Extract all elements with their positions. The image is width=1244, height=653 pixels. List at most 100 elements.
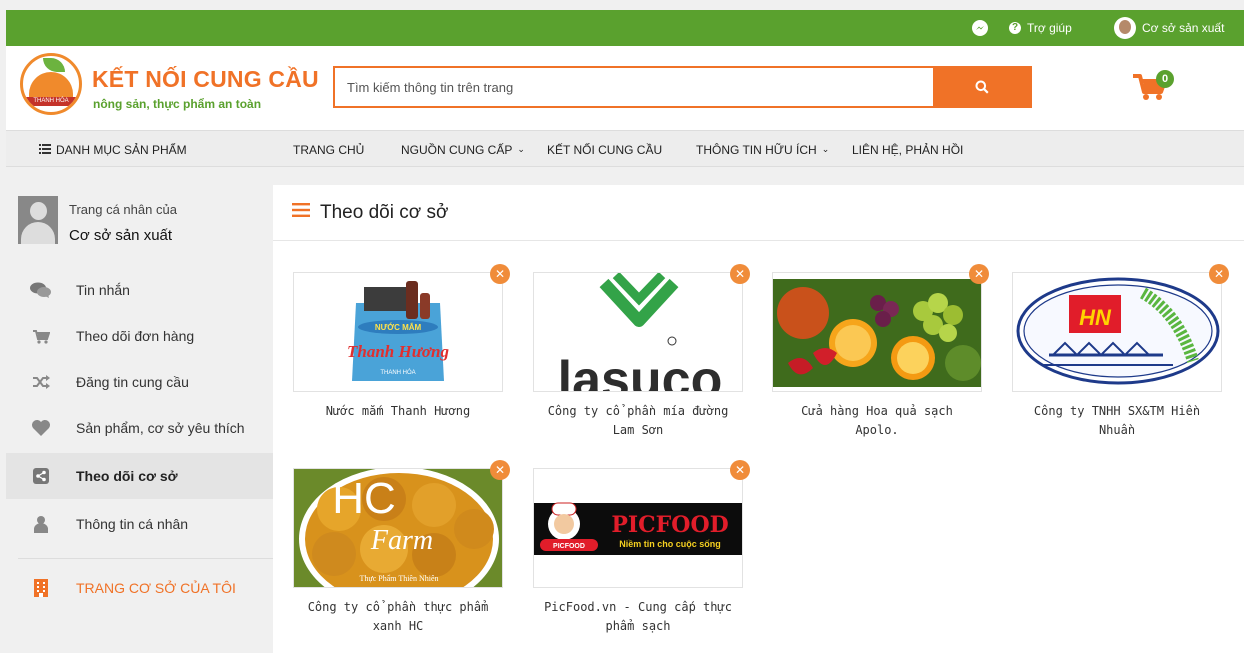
close-icon: ✕ [1213,267,1225,281]
svg-text:HN: HN [1079,305,1112,330]
main-content: Theo dõi cơ sở NƯỚC MẮM Thanh Hương THAN… [273,185,1244,653]
chat-icon [6,282,76,298]
hc-farm-image: HC Farm Thực Phẩm Thiên Nhiên [294,469,502,587]
card-title-6[interactable]: PicFood.vn - Cung cấp thực phẩm sạch [533,598,743,636]
nav-info-label: THÔNG TIN HỮU ÍCH [696,142,817,157]
card-title-line: Nhuần [1098,423,1136,437]
sidebar-item-label: TRANG CƠ SỞ CỦA TÔI [76,580,236,596]
card-title-line: Lam Sơn [612,423,664,437]
nav-useful-info[interactable]: THÔNG TIN HỮU ÍCH ⌄ [696,131,829,168]
sidebar-item-label: Đăng tin cung cầu [76,374,189,390]
sidebar-item-my-page[interactable]: TRANG CƠ SỞ CỦA TÔI [6,565,273,611]
unfollow-button-4[interactable]: ✕ [1209,264,1229,284]
nav-bar: DANH MỤC SẢN PHẨM TRANG CHỦ NGUỒN CUNG C… [6,130,1244,167]
close-icon: ✕ [494,267,506,281]
svg-text:HC: HC [332,474,396,523]
svg-text:Niềm tin cho cuộc sống: Niềm tin cho cuộc sống [619,539,721,549]
sidebar-item-label: Tin nhắn [76,282,130,298]
followed-card-picfood[interactable]: PICFOOD PICFOOD Niềm tin cho cuộc sống [533,468,743,588]
sidebar: Trang cá nhân của Cơ sở sản xuất Tin nhắ… [6,185,273,653]
user-avatar-icon [1114,17,1136,39]
cart-icon [6,329,76,344]
messenger-icon[interactable] [972,10,988,46]
sidebar-item-favorites[interactable]: Sản phẩm, cơ sở yêu thích [6,405,273,451]
avatar [18,196,58,244]
followed-card-thanh-huong[interactable]: NƯỚC MẮM Thanh Hương THANH HÓA [293,272,503,392]
logo-badge-text: THANH HÓA [23,97,79,106]
close-icon: ✕ [973,267,985,281]
followed-card-lasuco[interactable]: lasuco [533,272,743,392]
nav-contact-label: LIÊN HỆ, PHẢN HỒI [852,142,964,157]
card-title-line: Cửa hàng Hoa quả sạch [801,404,953,418]
fruit-image [773,279,981,387]
thanh-huong-logo-image: NƯỚC MẮM Thanh Hương THANH HÓA [347,281,449,381]
sidebar-item-label: Theo dõi cơ sở [76,468,178,484]
lasuco-logo-image: lasuco [558,273,723,392]
card-title-line: xanh HC [372,619,424,633]
shuffle-icon [6,375,76,389]
unfollow-button-2[interactable]: ✕ [730,264,750,284]
sidebar-item-messages[interactable]: Tin nhắn [6,267,273,313]
sidebar-item-follow[interactable]: Theo dõi cơ sở [6,453,273,499]
nav-connect[interactable]: KẾT NỐI CUNG CẦU [547,131,662,168]
svg-text:PICFOOD: PICFOOD [553,543,585,550]
user-icon [6,515,76,533]
unfollow-button-5[interactable]: ✕ [490,460,510,480]
sidebar-item-profile[interactable]: Thông tin cá nhân [6,501,273,547]
card-title-5[interactable]: Công ty cổ phần thực phẩm xanh HC [293,598,503,636]
page-title: Theo dõi cơ sở [320,201,449,223]
card-title-4[interactable]: Công ty TNHH SX&TM Hiền Nhuần [1012,402,1222,440]
chevron-down-icon: ⌄ [821,144,830,154]
followed-card-hc-farm[interactable]: HC Farm Thực Phẩm Thiên Nhiên [293,468,503,588]
nav-supply-label: NGUỒN CUNG CẤP [401,142,513,157]
card-title-line: Công ty TNHH SX&TM Hiền [1033,404,1201,418]
search-bar [333,66,1032,108]
header: THANH HÓA KẾT NỐI CUNG CẦU nông sản, thự… [6,46,1244,130]
profile-name: Cơ sở sản xuất [69,227,173,244]
nav-home[interactable]: TRANG CHỦ [293,131,364,168]
help-label: Trợ giúp [1027,21,1072,35]
svg-text:lasuco: lasuco [558,351,723,392]
section-header: Theo dõi cơ sở [273,185,1244,241]
nav-contact[interactable]: LIÊN HỆ, PHẢN HỒI [852,131,963,168]
sidebar-item-orders[interactable]: Theo dõi đơn hàng [6,313,273,359]
top-bar: ? Trợ giúp Cơ sở sản xuất [6,10,1244,46]
list-icon [39,143,51,157]
logo-title[interactable]: KẾT NỐI CUNG CẦU [92,66,319,93]
followed-card-hien-nhuan[interactable]: HN [1012,272,1222,392]
divider [18,558,273,559]
search-button[interactable] [933,68,1030,106]
sidebar-item-label: Theo dõi đơn hàng [76,328,195,344]
followed-card-apolo[interactable] [772,272,982,392]
unfollow-button-3[interactable]: ✕ [969,264,989,284]
unfollow-button-6[interactable]: ✕ [730,460,750,480]
building-icon [6,579,76,597]
search-input[interactable] [335,68,933,106]
unfollow-button-1[interactable]: ✕ [490,264,510,284]
card-title-line: phẩm sạch [605,619,671,633]
picfood-logo-image: PICFOOD PICFOOD Niềm tin cho cuộc sống [534,502,742,555]
close-icon: ✕ [734,267,746,281]
help-icon: ? [1009,22,1021,34]
hien-nhuan-logo-image: HN [1016,277,1220,385]
share-icon [6,468,76,484]
svg-text:THANH HÓA: THANH HÓA [380,369,415,376]
card-title-2[interactable]: Công ty cổ phần mía đường Lam Sơn [533,402,743,440]
nav-supply-sources[interactable]: NGUỒN CUNG CẤP ⌄ [401,131,525,168]
svg-text:NƯỚC MẮM: NƯỚC MẮM [375,323,422,332]
sidebar-item-label: Sản phẩm, cơ sở yêu thích [76,420,245,436]
card-title-3[interactable]: Cửa hàng Hoa quả sạch Apolo. [772,402,982,440]
card-title-line: PicFood.vn - Cung cấp thực [544,600,732,614]
categories-menu[interactable]: DANH MỤC SẢN PHẨM [39,131,187,168]
card-title-1[interactable]: Nước mắm Thanh Hương [293,402,503,421]
heart-icon [6,419,76,437]
card-title-line: Nước mắm Thanh Hương [325,404,471,418]
logo-subtitle: nông sản, thực phẩm an toàn [93,97,262,111]
chevron-down-icon: ⌄ [517,144,525,154]
help-link[interactable]: ? Trợ giúp [1009,10,1072,46]
account-link[interactable]: Cơ sở sản xuất [1114,10,1224,46]
logo-badge[interactable]: THANH HÓA [20,53,82,115]
nav-connect-label: KẾT NỐI CUNG CẦU [547,142,663,157]
nav-home-label: TRANG CHỦ [293,142,365,157]
sidebar-item-post[interactable]: Đăng tin cung cầu [6,359,273,405]
